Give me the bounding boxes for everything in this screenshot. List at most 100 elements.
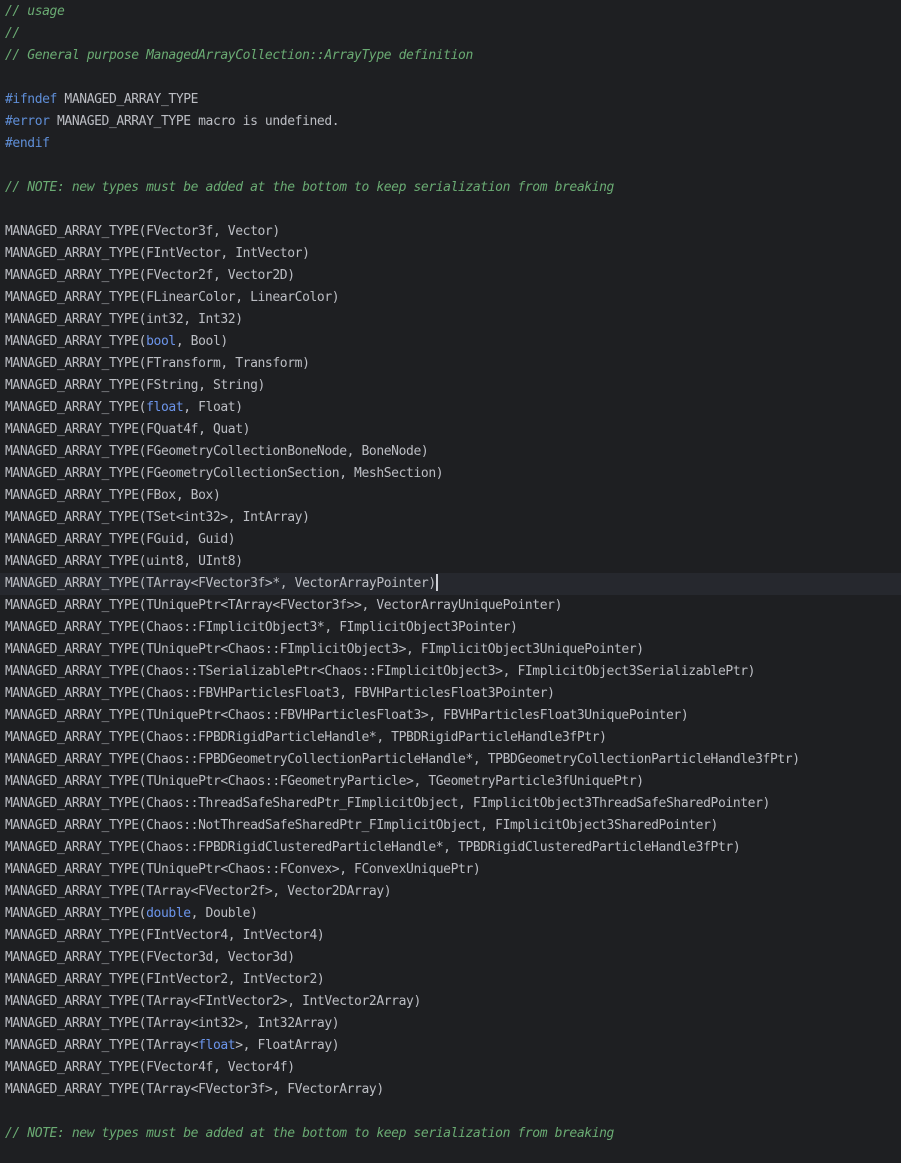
code-token-text: MANAGED_ARRAY_TYPE(FGeometryCollectionSe… [5,466,444,481]
code-line[interactable]: MANAGED_ARRAY_TYPE(TSet<int32>, IntArray… [0,507,901,529]
code-token-text: MANAGED_ARRAY_TYPE( [5,400,147,415]
code-line[interactable]: MANAGED_ARRAY_TYPE(Chaos::TSerializableP… [0,661,901,683]
code-token-text: MANAGED_ARRAY_TYPE(int32, Int32) [5,312,243,327]
code-token-directive: #endif [5,136,50,151]
code-token-text: MANAGED_ARRAY_TYPE(TArray<FVector3f>*, V… [5,576,436,591]
code-token-text: MANAGED_ARRAY_TYPE(uint8, UInt8) [5,554,243,569]
code-line[interactable]: MANAGED_ARRAY_TYPE(FIntVector, IntVector… [0,243,901,265]
code-token-text: MANAGED_ARRAY_TYPE(FGeometryCollectionBo… [5,444,429,459]
code-line[interactable]: MANAGED_ARRAY_TYPE(TUniquePtr<Chaos::FBV… [0,705,901,727]
code-line[interactable]: MANAGED_ARRAY_TYPE(TArray<int32>, Int32A… [0,1013,901,1035]
code-line[interactable]: #ifndef MANAGED_ARRAY_TYPE [0,89,901,111]
code-line[interactable]: MANAGED_ARRAY_TYPE(FQuat4f, Quat) [0,419,901,441]
code-line[interactable]: MANAGED_ARRAY_TYPE(Chaos::ThreadSafeShar… [0,793,901,815]
code-line[interactable]: MANAGED_ARRAY_TYPE(FGeometryCollectionSe… [0,463,901,485]
code-token-keyword: bool [146,334,176,349]
code-token-text: MANAGED_ARRAY_TYPE( [5,334,147,349]
code-token-text: MANAGED_ARRAY_TYPE(FQuat4f, Quat) [5,422,251,437]
code-line[interactable]: MANAGED_ARRAY_TYPE(FTransform, Transform… [0,353,901,375]
code-line[interactable]: MANAGED_ARRAY_TYPE(FLinearColor, LinearC… [0,287,901,309]
code-token-text: MANAGED_ARRAY_TYPE( [5,906,147,921]
code-line[interactable]: MANAGED_ARRAY_TYPE(Chaos::NotThreadSafeS… [0,815,901,837]
code-line[interactable]: // usage [0,1,901,23]
code-line[interactable]: // NOTE: new types must be added at the … [0,1123,901,1145]
code-token-text: MANAGED_ARRAY_TYPE(TArray<int32>, Int32A… [5,1016,340,1031]
code-line[interactable]: MANAGED_ARRAY_TYPE(bool, Bool) [0,331,901,353]
code-token-text: MANAGED_ARRAY_TYPE [57,92,199,107]
code-token-text: MANAGED_ARRAY_TYPE(Chaos::FPBDRigidParti… [5,730,607,745]
code-token-directive: #ifndef [5,92,57,107]
code-line[interactable]: MANAGED_ARRAY_TYPE(TArray<FIntVector2>, … [0,991,901,1013]
code-line[interactable]: MANAGED_ARRAY_TYPE(Chaos::FPBDGeometryCo… [0,749,901,771]
code-token-text: MANAGED_ARRAY_TYPE(TArray< [5,1038,199,1053]
code-line[interactable]: MANAGED_ARRAY_TYPE(int32, Int32) [0,309,901,331]
code-token-text: MANAGED_ARRAY_TYPE(FIntVector2, IntVecto… [5,972,325,987]
code-token-text: MANAGED_ARRAY_TYPE(TUniquePtr<Chaos::FGe… [5,774,644,789]
code-token-text: MANAGED_ARRAY_TYPE(Chaos::FPBDRigidClust… [5,840,741,855]
code-token-text: MANAGED_ARRAY_TYPE(Chaos::FPBDGeometryCo… [5,752,800,767]
code-line[interactable]: MANAGED_ARRAY_TYPE(TArray<float>, FloatA… [0,1035,901,1057]
code-token-text: MANAGED_ARRAY_TYPE(FGuid, Guid) [5,532,236,547]
code-token-text: , Float) [183,400,243,415]
code-token-text: MANAGED_ARRAY_TYPE(FIntVector, IntVector… [5,246,310,261]
code-token-text: MANAGED_ARRAY_TYPE(FTransform, Transform… [5,356,310,371]
code-line[interactable]: MANAGED_ARRAY_TYPE(FIntVector4, IntVecto… [0,925,901,947]
code-line[interactable]: MANAGED_ARRAY_TYPE(FVector3d, Vector3d) [0,947,901,969]
code-token-text: MANAGED_ARRAY_TYPE(FIntVector4, IntVecto… [5,928,325,943]
code-token-text: MANAGED_ARRAY_TYPE(FVector4f, Vector4f) [5,1060,295,1075]
code-line[interactable]: MANAGED_ARRAY_TYPE(FGeometryCollectionBo… [0,441,901,463]
code-line[interactable]: MANAGED_ARRAY_TYPE(FVector4f, Vector4f) [0,1057,901,1079]
code-line[interactable] [0,1101,901,1123]
code-line[interactable] [0,67,901,89]
code-line[interactable]: MANAGED_ARRAY_TYPE(FGuid, Guid) [0,529,901,551]
code-line[interactable] [0,155,901,177]
code-line[interactable]: #error MANAGED_ARRAY_TYPE macro is undef… [0,111,901,133]
code-line[interactable]: MANAGED_ARRAY_TYPE(uint8, UInt8) [0,551,901,573]
code-line[interactable]: MANAGED_ARRAY_TYPE(FIntVector2, IntVecto… [0,969,901,991]
code-token-text: , Double) [190,906,258,921]
text-caret [435,574,438,591]
code-token-text: MANAGED_ARRAY_TYPE(Chaos::FBVHParticlesF… [5,686,555,701]
code-token-text: MANAGED_ARRAY_TYPE(Chaos::ThreadSafeShar… [5,796,770,811]
code-line[interactable]: MANAGED_ARRAY_TYPE(TUniquePtr<Chaos::FIm… [0,639,901,661]
code-line[interactable]: MANAGED_ARRAY_TYPE(TArray<FVector3f>, FV… [0,1079,901,1101]
code-line[interactable]: MANAGED_ARRAY_TYPE(TArray<FVector3f>*, V… [0,573,901,595]
code-token-text: MANAGED_ARRAY_TYPE macro is undefined. [49,114,340,129]
code-line[interactable]: // NOTE: new types must be added at the … [0,177,901,199]
code-token-comment: // NOTE: new types must be added at the … [5,1126,614,1141]
code-token-text: MANAGED_ARRAY_TYPE(TSet<int32>, IntArray… [5,510,310,525]
code-token-text: MANAGED_ARRAY_TYPE(FVector3f, Vector) [5,224,280,239]
code-line[interactable]: MANAGED_ARRAY_TYPE(FString, String) [0,375,901,397]
code-token-text: MANAGED_ARRAY_TYPE(FLinearColor, LinearC… [5,290,340,305]
code-token-text: MANAGED_ARRAY_TYPE(TArray<FVector3f>, FV… [5,1082,384,1097]
code-line[interactable]: MANAGED_ARRAY_TYPE(Chaos::FPBDRigidParti… [0,727,901,749]
code-line[interactable]: MANAGED_ARRAY_TYPE(double, Double) [0,903,901,925]
code-token-text: MANAGED_ARRAY_TYPE(TUniquePtr<Chaos::FIm… [5,642,644,657]
code-line[interactable]: MANAGED_ARRAY_TYPE(Chaos::FPBDRigidClust… [0,837,901,859]
code-line[interactable]: // [0,23,901,45]
code-editor[interactable]: // usage // // General purpose ManagedArra… [0,0,901,1163]
code-token-directive: #error [5,114,50,129]
code-token-text: MANAGED_ARRAY_TYPE(Chaos::FImplicitObjec… [5,620,518,635]
code-token-text: MANAGED_ARRAY_TYPE(FVector2f, Vector2D) [5,268,295,283]
code-line[interactable]: MANAGED_ARRAY_TYPE(TUniquePtr<Chaos::FGe… [0,771,901,793]
code-line[interactable]: MANAGED_ARRAY_TYPE(FVector2f, Vector2D) [0,265,901,287]
code-line[interactable]: MANAGED_ARRAY_TYPE(float, Float) [0,397,901,419]
code-line[interactable]: #endif [0,133,901,155]
code-line[interactable]: MANAGED_ARRAY_TYPE(FVector3f, Vector) [0,221,901,243]
code-line[interactable]: MANAGED_ARRAY_TYPE(TUniquePtr<Chaos::FCo… [0,859,901,881]
code-line[interactable]: MANAGED_ARRAY_TYPE(FBox, Box) [0,485,901,507]
code-line[interactable]: // General purpose ManagedArrayCollectio… [0,45,901,67]
code-token-comment: // NOTE: new types must be added at the … [5,180,614,195]
code-line[interactable]: MANAGED_ARRAY_TYPE(Chaos::FImplicitObjec… [0,617,901,639]
code-line[interactable] [0,199,901,221]
code-token-text: , Bool) [175,334,228,349]
code-token-text: MANAGED_ARRAY_TYPE(TArray<FVector2f>, Ve… [5,884,392,899]
code-token-text: MANAGED_ARRAY_TYPE(FString, String) [5,378,265,393]
code-line[interactable]: MANAGED_ARRAY_TYPE(Chaos::FBVHParticlesF… [0,683,901,705]
code-line[interactable]: MANAGED_ARRAY_TYPE(TArray<FVector2f>, Ve… [0,881,901,903]
code-line[interactable]: MANAGED_ARRAY_TYPE(TUniquePtr<TArray<FVe… [0,595,901,617]
code-token-text: MANAGED_ARRAY_TYPE(TUniquePtr<Chaos::FBV… [5,708,689,723]
code-token-comment: // General purpose ManagedArrayCollectio… [5,48,473,63]
code-token-keyword: float [146,400,184,415]
